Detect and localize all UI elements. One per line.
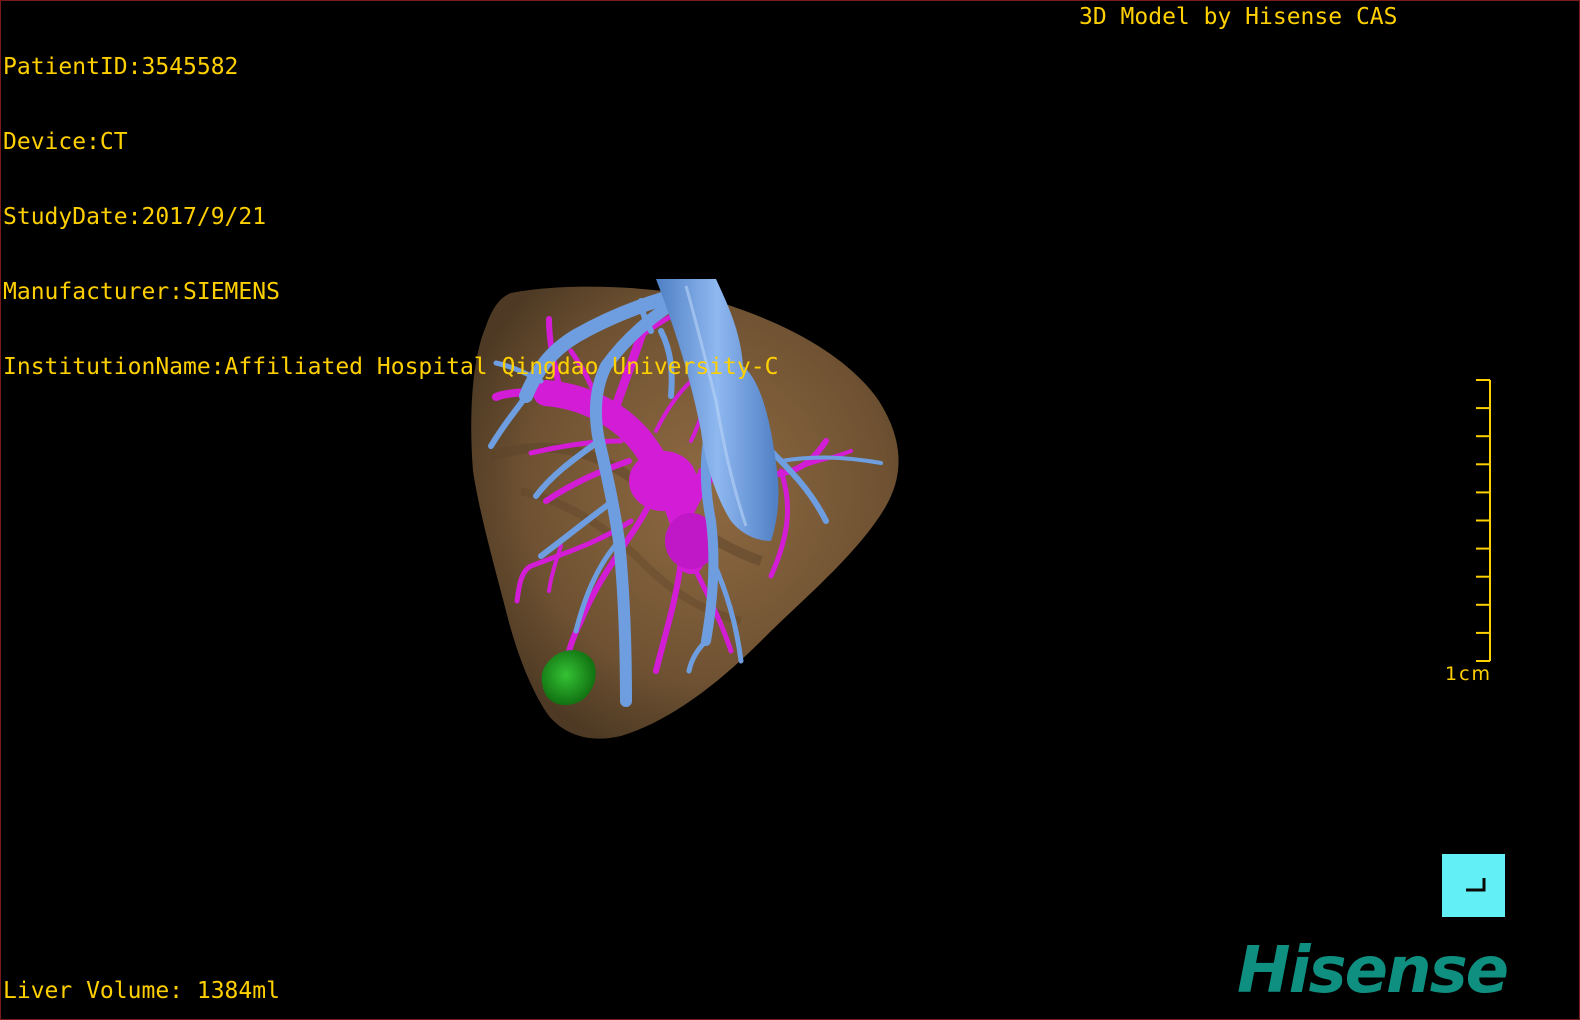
institution-name: InstitutionName:Affiliated Hospital Qing…	[3, 354, 779, 380]
patient-id: PatientID:3545582	[3, 54, 239, 80]
patient-info-overlay: PatientID:3545582 Device:CT StudyDate:20…	[3, 5, 778, 430]
manufacturer: Manufacturer:SIEMENS	[3, 279, 280, 305]
device: Device:CT	[3, 129, 128, 155]
corner-icon	[1466, 878, 1486, 892]
study-date: StudyDate:2017/9/21	[3, 204, 267, 230]
reset-view-button[interactable]	[1442, 854, 1505, 917]
model-credit: 3D Model by Hisense CAS	[1079, 4, 1398, 30]
scale-label: 1cm	[1445, 663, 1493, 685]
portal-vein-trunk	[629, 451, 697, 511]
3d-viewport[interactable]: PatientID:3545582 Device:CT StudyDate:20…	[0, 0, 1580, 1020]
hisense-logo: Hisense	[1237, 934, 1509, 1008]
scale-bar	[1476, 379, 1491, 662]
liver-volume: Liver Volume: 1384ml	[3, 978, 280, 1004]
